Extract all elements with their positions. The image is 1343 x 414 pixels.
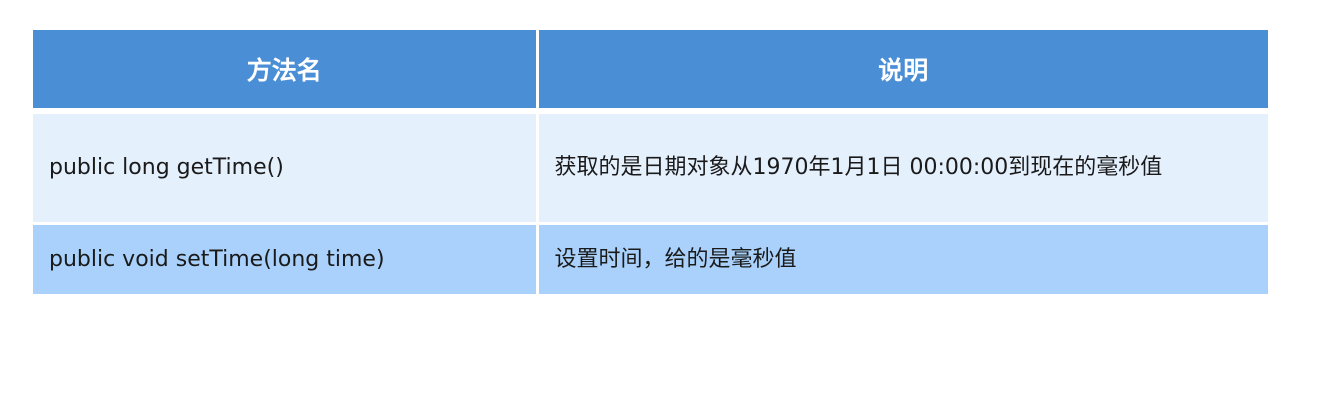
header-description: 说明 bbox=[537, 30, 1268, 114]
method-signature: public long getTime() bbox=[33, 111, 539, 225]
method-table: 方法名 说明 public long getTime() 获取的是日期对象从19… bbox=[33, 30, 1268, 294]
header-method-name: 方法名 bbox=[33, 30, 539, 114]
method-signature: public void setTime(long time) bbox=[33, 223, 539, 294]
table-row: public long getTime() 获取的是日期对象从1970年1月1日… bbox=[33, 111, 1268, 225]
table-row: public void setTime(long time) 设置时间，给的是毫… bbox=[33, 223, 1268, 294]
method-description: 设置时间，给的是毫秒值 bbox=[537, 223, 1268, 294]
table-header-row: 方法名 说明 bbox=[33, 30, 1268, 114]
method-description: 获取的是日期对象从1970年1月1日 00:00:00到现在的毫秒值 bbox=[537, 111, 1268, 225]
